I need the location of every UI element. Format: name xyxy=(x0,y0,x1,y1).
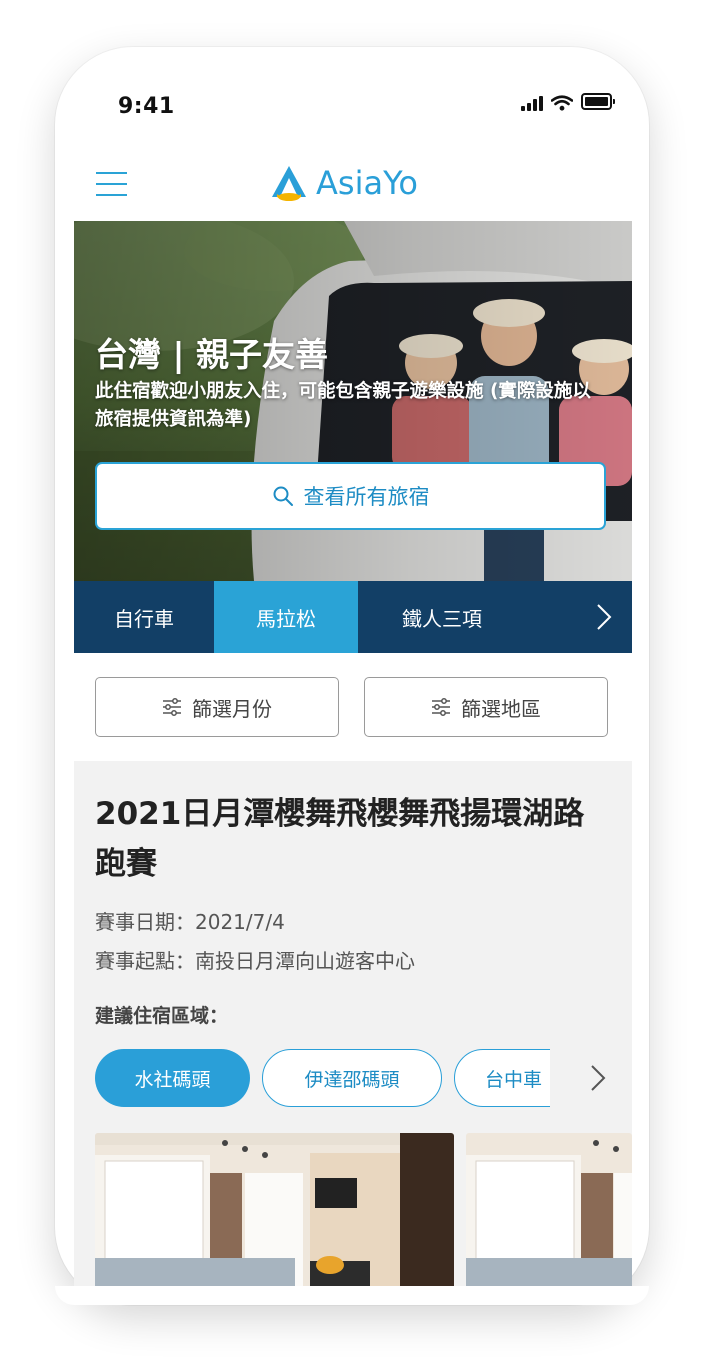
tab-label: 馬拉松 xyxy=(256,606,316,631)
filter-region-label: 篩選地區 xyxy=(461,696,541,721)
tab-label: 自行車 xyxy=(114,606,174,631)
tab-label: 鐵人三項 xyxy=(402,606,482,631)
logo-icon xyxy=(272,166,306,201)
event-date: 賽事日期：2021/7/4 xyxy=(95,910,285,934)
event-start-point: 賽事起點：南投日月潭向山遊客中心 xyxy=(95,949,415,973)
area-chip-ita-thao-pier[interactable]: 伊達邵碼頭 xyxy=(262,1049,442,1107)
status-time: 9:41 xyxy=(118,94,175,119)
chevron-right-icon[interactable] xyxy=(588,602,618,632)
brand-logo[interactable]: AsiaYo xyxy=(270,164,418,202)
hero-title: 台灣 | 親子友善 xyxy=(95,335,329,374)
hotel-photo[interactable] xyxy=(95,1133,454,1286)
chip-label: 台中車 xyxy=(485,1068,543,1091)
hero-banner: 台灣 | 親子友善 此住宿歡迎小朋友入住，可能包含親子遊樂設施 (實際設施以旅宿… xyxy=(74,221,632,581)
chevron-right-icon[interactable] xyxy=(584,1063,610,1093)
app-screen: 9:41 AsiaYo 台灣 | 親子友善 此住宿歡迎小朋友入住，可能包含親子遊… xyxy=(74,66,632,1286)
wifi-icon xyxy=(551,95,573,111)
filter-sliders-icon xyxy=(432,698,450,716)
tab-triathlon[interactable]: 鐵人三項 xyxy=(358,581,526,653)
filter-sliders-icon xyxy=(163,698,181,716)
chip-label: 伊達邵碼頭 xyxy=(304,1068,400,1091)
tab-marathon[interactable]: 馬拉松 xyxy=(214,581,358,653)
hotel-photo[interactable] xyxy=(466,1133,632,1286)
filter-bar: 篩選月份 篩選地區 xyxy=(74,653,632,761)
menu-icon[interactable] xyxy=(96,172,127,196)
area-chip-shuishe-pier[interactable]: 水社碼頭 xyxy=(95,1049,250,1107)
brand-name: AsiaYo xyxy=(316,164,418,202)
filter-month-button[interactable]: 篩選月份 xyxy=(95,677,339,737)
chip-fade xyxy=(550,1047,584,1109)
chip-label: 水社碼頭 xyxy=(134,1068,211,1091)
category-tabs: 自行車 馬拉松 鐵人三項 xyxy=(74,581,632,653)
battery-icon xyxy=(581,93,615,110)
suggested-area-label: 建議住宿區域： xyxy=(95,1005,229,1027)
hero-description: 此住宿歡迎小朋友入住，可能包含親子遊樂設施 (實際設施以旅宿提供資訊為準) xyxy=(95,381,591,430)
signal-icon xyxy=(521,95,543,111)
phone-bezel-bottom xyxy=(55,1286,649,1305)
filter-month-label: 篩選月份 xyxy=(192,696,272,721)
tab-cycling[interactable]: 自行車 xyxy=(74,581,214,653)
status-icons xyxy=(521,93,615,111)
view-all-hotels-label: 查看所有旅宿 xyxy=(303,485,430,509)
view-all-hotels-button[interactable]: 查看所有旅宿 xyxy=(95,462,606,530)
filter-region-button[interactable]: 篩選地區 xyxy=(364,677,608,737)
event-title: 2021日月潭櫻舞飛櫻舞飛揚環湖路跑賽 xyxy=(95,796,585,882)
search-icon xyxy=(273,486,293,506)
event-section: 2021日月潭櫻舞飛櫻舞飛揚環湖路跑賽 賽事日期：2021/7/4 賽事起點：南… xyxy=(74,761,632,1286)
